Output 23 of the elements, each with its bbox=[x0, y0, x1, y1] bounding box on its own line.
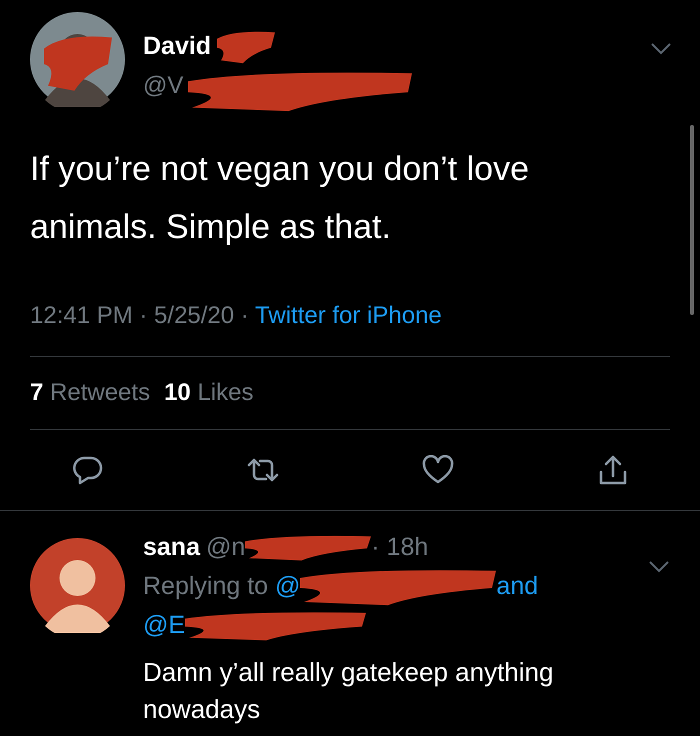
display-name[interactable]: David bbox=[143, 31, 212, 61]
replying-label: Replying to bbox=[143, 571, 268, 602]
avatar[interactable] bbox=[30, 538, 125, 633]
display-name[interactable]: sana bbox=[143, 528, 200, 566]
mention-link[interactable]: @E bbox=[143, 606, 186, 644]
source-link[interactable]: Twitter for iPhone bbox=[255, 302, 442, 329]
reply-icon[interactable] bbox=[72, 455, 104, 485]
stat-count[interactable]: 10 Likes bbox=[164, 379, 254, 407]
chevron-down-icon[interactable] bbox=[648, 560, 670, 574]
user-handle[interactable]: @n bbox=[206, 528, 246, 566]
stat-count[interactable]: 7 Retweets bbox=[30, 379, 150, 407]
reply-age: · 18h bbox=[371, 532, 428, 563]
share-icon[interactable] bbox=[598, 454, 628, 486]
reply-text: Damn y’all really gatekeep anything nowadays bbox=[143, 656, 554, 726]
mention-link[interactable]: @ bbox=[275, 567, 300, 605]
joiner-text: and bbox=[496, 571, 538, 602]
tweet-text: If you’re not vegan you don’t love animals. Simple as that. bbox=[30, 149, 530, 248]
chevron-down-icon[interactable] bbox=[650, 42, 672, 56]
scrollbar[interactable] bbox=[690, 125, 694, 315]
user-handle[interactable]: @V bbox=[143, 68, 184, 104]
timestamp: 12:41 PM · 5/25/20 · bbox=[30, 302, 249, 329]
retweet-icon[interactable] bbox=[246, 456, 280, 484]
heart-icon[interactable] bbox=[422, 455, 454, 485]
